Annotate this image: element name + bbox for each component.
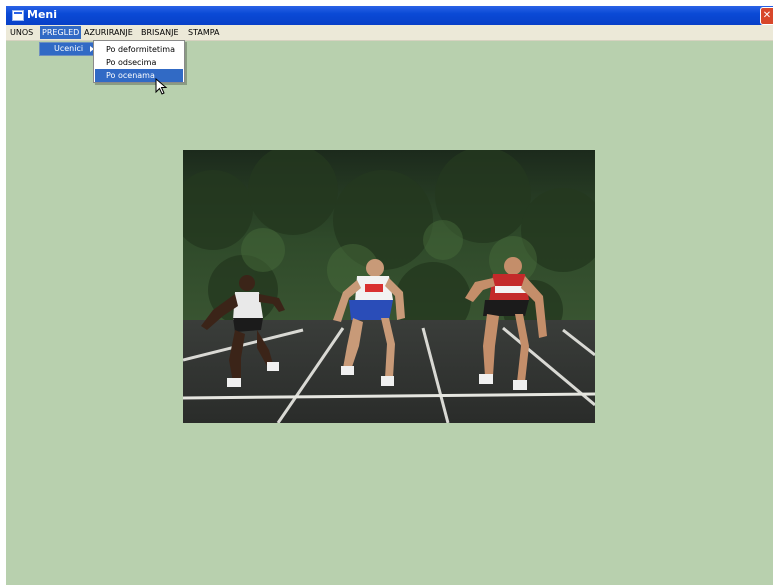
app-window: Meni ✕ UNOS PREGLED AZURIRANJE BRISANJE … [0, 0, 773, 585]
window-title: Meni [27, 8, 58, 21]
sprinters-photo-graphic [183, 150, 595, 423]
menu-item-po-deformitetima[interactable]: Po deformitetima [95, 43, 183, 56]
menu-pregled[interactable]: PREGLED [40, 26, 82, 39]
dropdown-menu: Po deformitetima Po odsecima Po ocenama [93, 40, 185, 83]
mouse-cursor-icon [155, 78, 168, 95]
menu-unos[interactable]: UNOS [8, 26, 35, 39]
close-icon[interactable]: ✕ [760, 7, 773, 25]
menu-item-po-ocenama[interactable]: Po ocenama [95, 69, 183, 82]
menu-azuriranje[interactable]: AZURIRANJE [82, 26, 135, 39]
menu-bar: UNOS PREGLED AZURIRANJE BRISANJE STAMPA [6, 25, 773, 41]
menu-item-po-odsecima[interactable]: Po odsecima [95, 56, 183, 69]
submenu-ucenici[interactable]: Ucenici [39, 42, 101, 56]
sprinters-photo [183, 150, 595, 423]
submenu-ucenici-label: Ucenici [54, 44, 84, 53]
app-window-icon[interactable] [12, 10, 24, 21]
title-bar[interactable]: Meni ✕ [6, 6, 773, 25]
menu-stampa[interactable]: STAMPA [186, 26, 222, 39]
menu-brisanje[interactable]: BRISANJE [139, 26, 181, 39]
